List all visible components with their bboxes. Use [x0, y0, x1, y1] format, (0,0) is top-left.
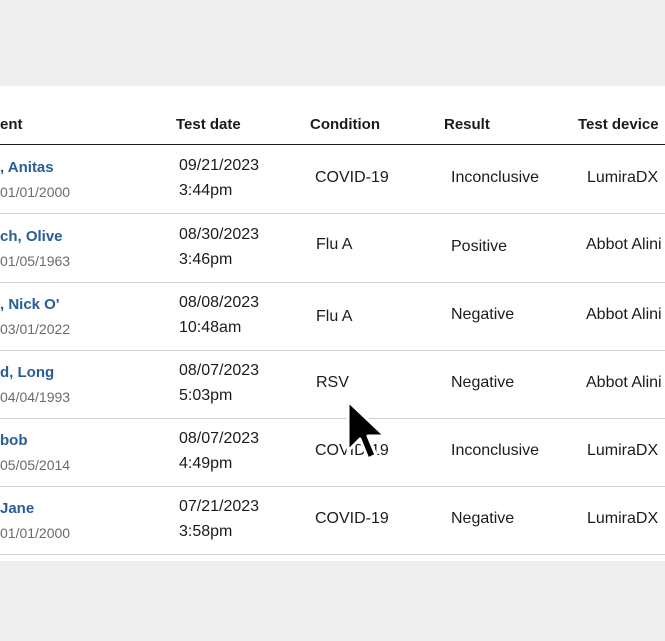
condition: COVID-19 [315, 510, 389, 527]
table-row: , Anitas 01/01/2000 09/21/2023 3:44pm CO… [0, 145, 665, 214]
patient-dob: 01/01/2000 [0, 525, 71, 541]
condition: Flu A [316, 308, 353, 325]
table-header: ent Test date Condition Result Test devi… [0, 86, 665, 145]
patient-name-link[interactable]: ch, Olive [0, 228, 63, 245]
header-patient[interactable]: ent [0, 116, 23, 133]
patient-dob: 04/04/1993 [0, 389, 71, 405]
test-time: 3:44pm [179, 182, 233, 199]
result: Positive [451, 238, 508, 255]
header-condition[interactable]: Condition [310, 116, 380, 133]
test-time: 3:58pm [179, 523, 233, 540]
test-device: Abbot Alini [586, 306, 662, 323]
result: Inconclusive [451, 442, 540, 459]
patient-dob: 03/01/2022 [0, 321, 71, 337]
patient-name-link[interactable]: bob [0, 432, 28, 449]
test-device: Abbot Alini [586, 374, 662, 391]
header-result[interactable]: Result [444, 116, 490, 133]
mouse-pointer-icon [346, 399, 387, 461]
condition: RSV [316, 374, 349, 391]
patient-dob: 01/01/2000 [0, 184, 71, 200]
test-time: 10:48am [179, 319, 242, 336]
test-date: 08/07/2023 [179, 362, 260, 379]
result: Negative [451, 374, 515, 391]
condition: COVID-19 [315, 169, 389, 186]
patient-name-link[interactable]: d, Long [0, 364, 54, 381]
result: Negative [451, 306, 515, 323]
condition: Flu A [316, 236, 353, 253]
test-date: 08/30/2023 [179, 226, 260, 243]
test-date: 08/08/2023 [179, 294, 260, 311]
table-row: Jane 01/01/2000 07/21/2023 3:58pm COVID-… [0, 486, 665, 555]
test-date: 08/07/2023 [179, 430, 260, 447]
result: Negative [451, 510, 515, 527]
test-time: 4:49pm [179, 455, 233, 472]
test-device: Abbot Alini [586, 236, 662, 253]
table-row: ch, Olive 01/05/1963 08/30/2023 3:46pm F… [0, 214, 665, 283]
patient-name-link[interactable]: , Nick O' [0, 296, 59, 313]
test-device: LumiraDX [587, 442, 659, 459]
patient-dob: 05/05/2014 [0, 457, 71, 473]
table-row: , Nick O' 03/01/2022 08/08/2023 10:48am … [0, 282, 665, 351]
test-device: LumiraDX [587, 169, 659, 186]
patient-dob: 01/05/1963 [0, 253, 71, 269]
test-time: 5:03pm [179, 387, 233, 404]
test-results-table: ent Test date Condition Result Test devi… [0, 86, 665, 561]
patient-name-link[interactable]: , Anitas [0, 159, 54, 176]
test-date: 07/21/2023 [179, 498, 260, 515]
table-row: bob 05/05/2014 08/07/2023 4:49pm COVID-1… [0, 418, 665, 487]
header-test-date[interactable]: Test date [176, 116, 241, 133]
patient-name-link[interactable]: Jane [0, 500, 34, 517]
test-device: LumiraDX [587, 510, 659, 527]
table-row: d, Long 04/04/1993 08/07/2023 5:03pm RSV… [0, 350, 665, 419]
test-time: 3:46pm [179, 251, 233, 268]
test-date: 09/21/2023 [179, 157, 260, 174]
result: Inconclusive [451, 169, 540, 186]
header-test-device[interactable]: Test device [578, 116, 659, 133]
